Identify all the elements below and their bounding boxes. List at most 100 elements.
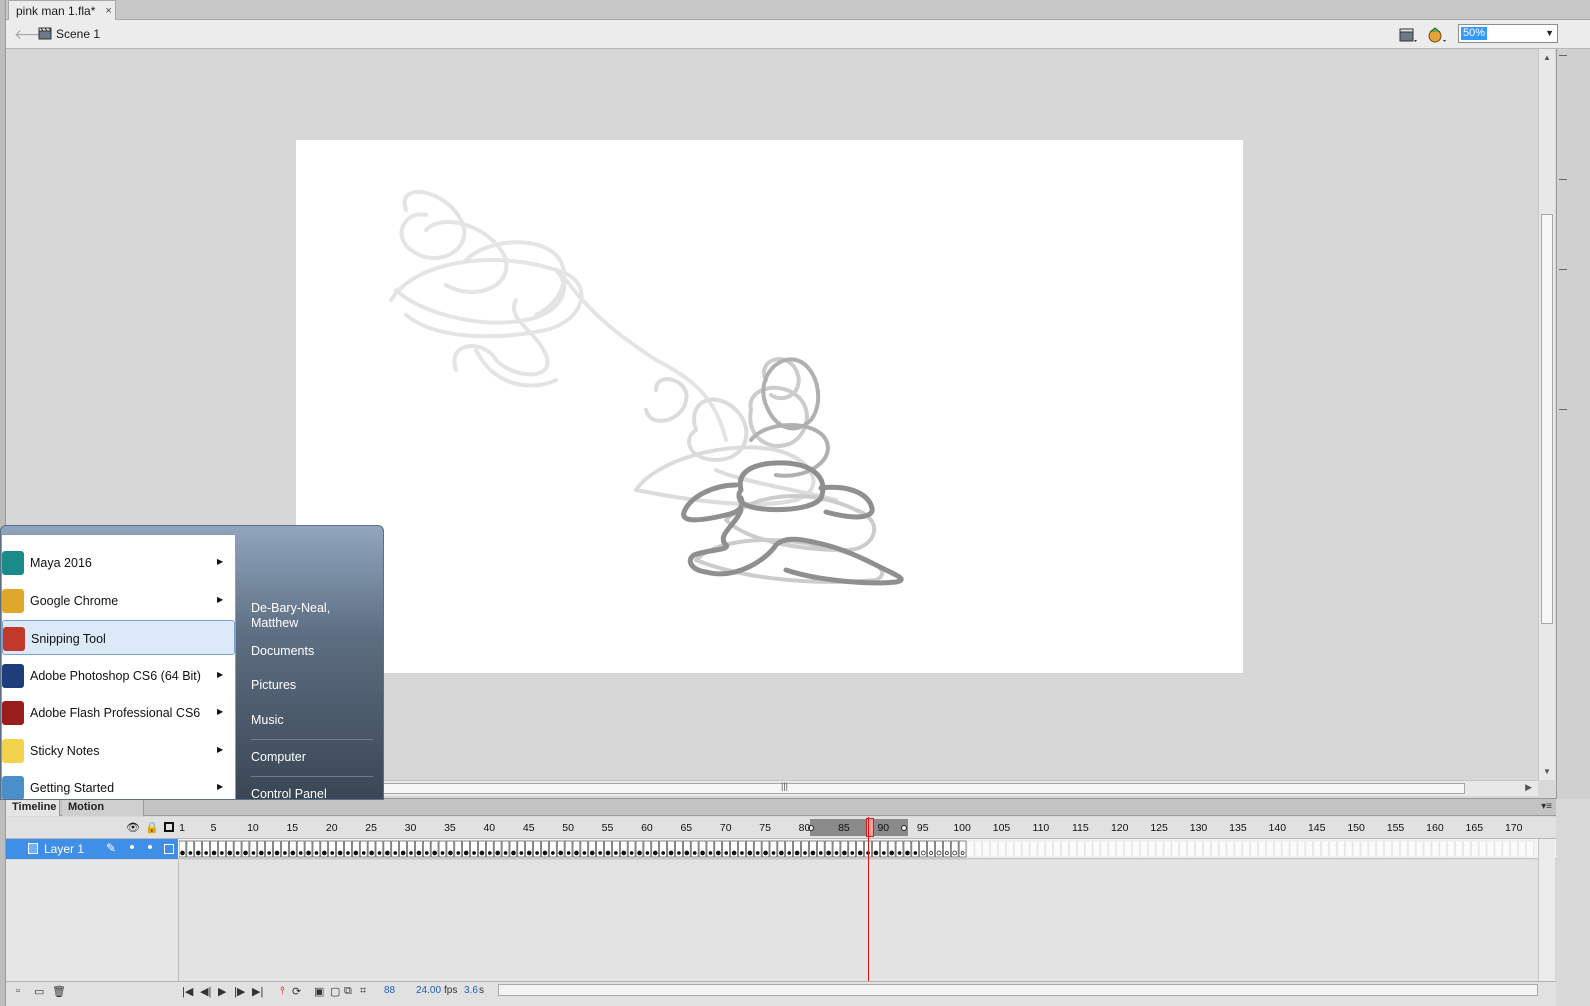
timeline-horizontal-scrollbar[interactable] xyxy=(498,984,1538,996)
new-layer-icon[interactable]: ▫ xyxy=(16,985,20,997)
eye-icon[interactable]: 👁 xyxy=(126,821,140,834)
frame-number[interactable]: 150 xyxy=(1347,822,1365,834)
scroll-down-icon[interactable]: ▼ xyxy=(1543,767,1551,776)
frame-number[interactable]: 80 xyxy=(799,822,811,834)
zoom-value[interactable]: 50% xyxy=(1461,27,1488,40)
onion-outlines-icon[interactable]: ▢ xyxy=(330,985,340,998)
delete-icon[interactable]: 🗑 xyxy=(52,985,66,998)
frame-number[interactable]: 145 xyxy=(1308,822,1326,834)
stage-canvas[interactable] xyxy=(296,140,1243,673)
start-menu-item[interactable]: Sticky Notes ▶ xyxy=(2,733,235,768)
submenu-arrow-icon[interactable]: ▶ xyxy=(217,782,223,791)
frame-number[interactable]: 15 xyxy=(286,822,298,834)
control-panel-link[interactable]: Control Panel xyxy=(251,787,327,799)
frame-number[interactable]: 140 xyxy=(1269,822,1287,834)
frame-number[interactable]: 65 xyxy=(680,822,692,834)
new-folder-icon[interactable]: ▭ xyxy=(34,985,44,998)
tab-motion-editor[interactable]: Motion Editor xyxy=(62,799,144,830)
frame-number[interactable]: 75 xyxy=(759,822,771,834)
start-menu-item[interactable]: Snipping Tool xyxy=(2,620,235,655)
frame-number[interactable]: 100 xyxy=(953,822,971,834)
frame-number[interactable]: 35 xyxy=(444,822,456,834)
frame-number[interactable]: 10 xyxy=(247,822,259,834)
timeline-ruler[interactable]: 👁 🔒 1 5 10 15 20 25 30 35 40 45 50 55 60 65 70 75 80 85 90… xyxy=(6,817,1556,839)
music-link[interactable]: Music xyxy=(251,713,284,727)
scrollbar-thumb[interactable] xyxy=(1541,214,1553,624)
stage-horizontal-scrollbar[interactable]: ||| ▶ xyxy=(383,780,1538,796)
frame-number[interactable]: 125 xyxy=(1150,822,1168,834)
computer-link[interactable]: Computer xyxy=(251,750,306,764)
frame-number[interactable]: 160 xyxy=(1426,822,1444,834)
start-menu-item[interactable]: Adobe Flash Professional CS6 ▶ xyxy=(2,695,235,730)
visibility-dot[interactable] xyxy=(130,845,134,849)
frame-number[interactable]: 85 xyxy=(838,822,850,834)
document-tab[interactable]: pink man 1.fla* × xyxy=(8,0,116,20)
go-to-first-frame-icon[interactable]: |◀ xyxy=(182,985,193,998)
tab-timeline[interactable]: Timeline xyxy=(6,799,60,816)
frame-number[interactable]: 25 xyxy=(365,822,377,834)
zoom-select[interactable]: 50% ▼ xyxy=(1458,24,1558,43)
submenu-arrow-icon[interactable]: ▶ xyxy=(217,670,223,679)
frame-number[interactable]: 115 xyxy=(1072,822,1089,834)
frame-number[interactable]: 55 xyxy=(602,822,614,834)
onion-skin-icon[interactable]: ▣ xyxy=(314,985,324,998)
submenu-arrow-icon[interactable]: ▶ xyxy=(217,557,223,566)
edit-symbols-icon[interactable] xyxy=(1426,26,1448,44)
stage-vertical-scrollbar[interactable]: ▲ ▼ xyxy=(1538,49,1555,780)
frame-number[interactable]: 45 xyxy=(523,822,535,834)
outline-icon[interactable] xyxy=(164,822,174,832)
pictures-link[interactable]: Pictures xyxy=(251,678,296,692)
frame-number[interactable]: 40 xyxy=(483,822,495,834)
panel-menu-icon[interactable]: ▾≡ xyxy=(1541,801,1552,812)
dock-grip[interactable] xyxy=(1559,55,1567,56)
start-menu-item[interactable]: Adobe Photoshop CS6 (64 Bit) ▶ xyxy=(2,658,235,693)
frame-number[interactable]: 155 xyxy=(1387,822,1405,834)
outline-color-swatch[interactable] xyxy=(164,844,174,854)
edit-multiple-frames-icon[interactable]: ⧉ xyxy=(344,985,352,998)
step-back-icon[interactable]: ◀| xyxy=(200,985,211,998)
frame-number[interactable]: 1 xyxy=(179,822,185,834)
edit-scene-icon[interactable] xyxy=(1398,26,1418,44)
onion-end-marker[interactable] xyxy=(901,825,907,831)
start-menu-item[interactable]: Maya 2016 ▶ xyxy=(2,545,235,580)
frame-number[interactable]: 110 xyxy=(1033,822,1050,834)
submenu-arrow-icon[interactable]: ▶ xyxy=(217,595,223,604)
timeline-vertical-scrollbar[interactable] xyxy=(1538,839,1555,981)
documents-link[interactable]: Documents xyxy=(251,644,314,658)
frame-number[interactable]: 5 xyxy=(211,822,217,834)
frame-number[interactable]: 95 xyxy=(917,822,929,834)
frame-number[interactable]: 135 xyxy=(1229,822,1247,834)
keyframes-strip[interactable] xyxy=(179,839,1539,859)
frame-number[interactable]: 60 xyxy=(641,822,653,834)
current-frame[interactable]: 88 xyxy=(384,985,395,996)
scene-label[interactable]: Scene 1 xyxy=(56,27,100,41)
chevron-down-icon[interactable]: ▼ xyxy=(1545,28,1554,38)
frame-number[interactable]: 105 xyxy=(993,822,1011,834)
frame-number[interactable]: 90 xyxy=(877,822,889,834)
dock-grip[interactable] xyxy=(1559,409,1567,410)
step-forward-icon[interactable]: |▶ xyxy=(234,985,245,998)
scroll-up-icon[interactable]: ▲ xyxy=(1543,53,1551,62)
frame-number[interactable]: 70 xyxy=(720,822,732,834)
frame-rate[interactable]: 24.00 xyxy=(416,985,441,996)
frame-number[interactable]: 20 xyxy=(326,822,338,834)
frame-number[interactable]: 50 xyxy=(562,822,574,834)
start-menu-item[interactable]: Getting Started ▶ xyxy=(2,770,235,799)
layer-name[interactable]: Layer 1 xyxy=(44,842,84,856)
frame-number[interactable]: 170 xyxy=(1505,822,1523,834)
frame-number[interactable]: 30 xyxy=(405,822,417,834)
center-frame-icon[interactable]: ⫯ xyxy=(280,985,285,998)
modify-onion-markers-icon[interactable]: ⌗ xyxy=(360,985,366,998)
scroll-right-icon[interactable]: ▶ xyxy=(1525,782,1532,793)
user-name-line-1[interactable]: De-Bary-Neal, xyxy=(251,601,330,615)
go-to-last-frame-icon[interactable]: ▶| xyxy=(252,985,263,998)
user-name-line-2[interactable]: Matthew xyxy=(251,616,298,630)
close-icon[interactable]: × xyxy=(105,5,111,17)
lock-dot[interactable] xyxy=(148,845,152,849)
submenu-arrow-icon[interactable]: ▶ xyxy=(217,707,223,716)
frame-number[interactable]: 165 xyxy=(1466,822,1484,834)
layer-row[interactable]: Layer 1 ✎ xyxy=(6,839,1556,859)
dock-grip[interactable] xyxy=(1559,179,1567,180)
lock-icon[interactable]: 🔒 xyxy=(145,821,159,834)
loop-icon[interactable]: ⟳ xyxy=(292,985,301,998)
